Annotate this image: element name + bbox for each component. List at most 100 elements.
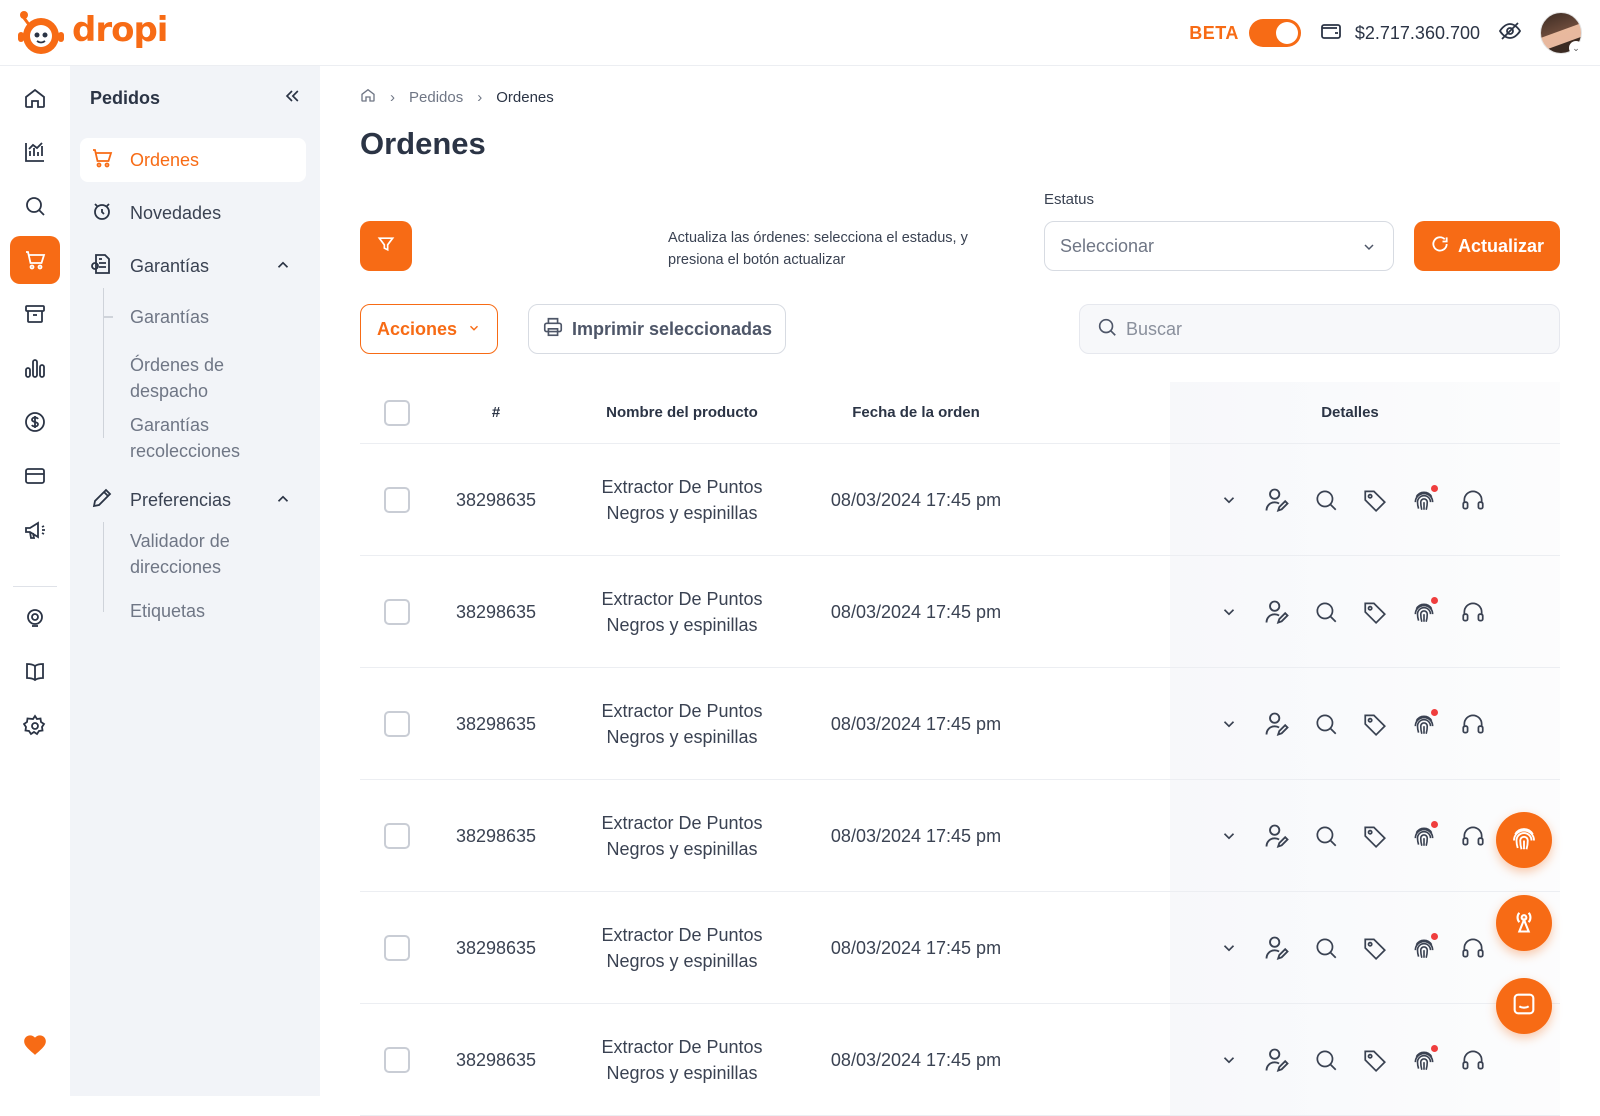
tag-icon[interactable] bbox=[1360, 597, 1390, 627]
select-all-checkbox[interactable] bbox=[384, 400, 410, 426]
cart-icon[interactable] bbox=[10, 236, 60, 284]
fingerprint-icon[interactable] bbox=[1409, 485, 1439, 515]
user-edit-icon[interactable] bbox=[1262, 933, 1292, 963]
chat-fab[interactable] bbox=[1496, 978, 1552, 1034]
collapse-sidebar-icon[interactable] bbox=[282, 86, 302, 111]
row-checkbox[interactable] bbox=[384, 1047, 410, 1073]
breadcrumb-pedidos[interactable]: Pedidos bbox=[409, 89, 463, 106]
gear-icon[interactable] bbox=[10, 702, 60, 750]
status-select[interactable]: Seleccionar bbox=[1044, 221, 1394, 271]
home-icon[interactable] bbox=[360, 87, 376, 107]
card-icon[interactable] bbox=[10, 452, 60, 500]
row-checkbox[interactable] bbox=[384, 935, 410, 961]
expand-row-chevron-down-icon[interactable] bbox=[1214, 1045, 1244, 1075]
sidebar-subitem-etiquetas[interactable]: Etiquetas bbox=[130, 598, 205, 624]
column-header-product: Nombre del producto bbox=[606, 404, 758, 421]
notification-dot bbox=[1431, 597, 1438, 604]
order-id[interactable]: 38298635 bbox=[446, 711, 546, 737]
row-checkbox[interactable] bbox=[384, 711, 410, 737]
order-date: 08/03/2024 17:45 pm bbox=[830, 602, 1002, 622]
broadcast-fab[interactable] bbox=[1496, 895, 1552, 951]
eye-off-icon[interactable] bbox=[1498, 19, 1522, 48]
product-name-line: Negros y espinillas bbox=[606, 839, 758, 859]
user-avatar[interactable]: ⌄ bbox=[1540, 12, 1583, 55]
actions-dropdown[interactable]: Acciones bbox=[360, 304, 498, 354]
user-edit-icon[interactable] bbox=[1262, 709, 1292, 739]
fingerprint-icon[interactable] bbox=[1409, 709, 1439, 739]
magnifier-icon[interactable] bbox=[1311, 1045, 1341, 1075]
book-icon[interactable] bbox=[10, 648, 60, 696]
fingerprint-icon[interactable] bbox=[1409, 597, 1439, 627]
beta-toggle[interactable] bbox=[1248, 19, 1301, 47]
expand-row-chevron-down-icon[interactable] bbox=[1214, 933, 1244, 963]
expand-row-chevron-down-icon[interactable] bbox=[1214, 485, 1244, 515]
chevron-down-icon bbox=[467, 319, 481, 340]
magnifier-icon[interactable] bbox=[1311, 933, 1341, 963]
order-id[interactable]: 38298635 bbox=[446, 935, 546, 961]
search-placeholder: Buscar bbox=[1126, 318, 1183, 339]
order-id[interactable]: 38298635 bbox=[446, 599, 546, 625]
chart-icon[interactable] bbox=[10, 128, 60, 176]
chevron-up-icon[interactable] bbox=[274, 256, 292, 279]
print-selected-button[interactable]: Imprimir seleccionadas bbox=[528, 304, 786, 354]
sidebar-item-preferencias[interactable]: Preferencias bbox=[80, 478, 306, 522]
fingerprint-icon[interactable] bbox=[1409, 933, 1439, 963]
table-row: 38298635 Extractor De Puntos Negros y es… bbox=[360, 780, 1560, 892]
order-id[interactable]: 38298635 bbox=[446, 1047, 546, 1073]
update-button[interactable]: Actualizar bbox=[1414, 221, 1560, 271]
tag-icon[interactable] bbox=[1360, 821, 1390, 851]
bars-icon[interactable] bbox=[10, 344, 60, 392]
magnifier-icon[interactable] bbox=[1311, 709, 1341, 739]
row-checkbox[interactable] bbox=[384, 487, 410, 513]
brand-name: dropi bbox=[72, 10, 168, 50]
headset-icon[interactable] bbox=[1458, 1045, 1488, 1075]
magnifier-icon[interactable] bbox=[1311, 821, 1341, 851]
row-checkbox[interactable] bbox=[384, 823, 410, 849]
expand-row-chevron-down-icon[interactable] bbox=[1214, 709, 1244, 739]
support-icon[interactable] bbox=[10, 594, 60, 642]
sidebar-item-ordenes[interactable]: Ordenes bbox=[80, 138, 306, 182]
dollar-icon[interactable] bbox=[10, 398, 60, 446]
document-icon bbox=[90, 252, 114, 281]
sidebar-subitem-ordenes-despacho[interactable]: Órdenes de despacho bbox=[130, 352, 250, 404]
order-id[interactable]: 38298635 bbox=[446, 487, 546, 513]
search-icon[interactable] bbox=[10, 182, 60, 230]
tag-icon[interactable] bbox=[1360, 485, 1390, 515]
user-edit-icon[interactable] bbox=[1262, 597, 1292, 627]
headset-icon[interactable] bbox=[1458, 597, 1488, 627]
fingerprint-icon[interactable] bbox=[1409, 1045, 1439, 1075]
tag-icon[interactable] bbox=[1360, 1045, 1390, 1075]
headset-icon[interactable] bbox=[1458, 709, 1488, 739]
sidebar-item-garantias[interactable]: Garantías bbox=[80, 244, 306, 288]
filter-button[interactable] bbox=[360, 221, 412, 271]
user-edit-icon[interactable] bbox=[1262, 821, 1292, 851]
order-id[interactable]: 38298635 bbox=[446, 823, 546, 849]
archive-icon[interactable] bbox=[10, 290, 60, 338]
sidebar-subitem-validador[interactable]: Validador de direcciones bbox=[130, 528, 260, 580]
heart-icon[interactable] bbox=[22, 1032, 48, 1061]
row-checkbox[interactable] bbox=[384, 599, 410, 625]
headset-icon[interactable] bbox=[1458, 485, 1488, 515]
dropi-logo[interactable]: dropi bbox=[14, 8, 168, 58]
fingerprint-icon[interactable] bbox=[1409, 821, 1439, 851]
tag-icon[interactable] bbox=[1360, 933, 1390, 963]
sidebar-subitem-garantias[interactable]: Garantías bbox=[130, 304, 209, 330]
megaphone-icon[interactable] bbox=[10, 506, 60, 554]
product-name-line: Negros y espinillas bbox=[606, 615, 758, 635]
user-edit-icon[interactable] bbox=[1262, 1045, 1292, 1075]
home-icon[interactable] bbox=[10, 74, 60, 122]
sidebar-subitem-garantias-recolecciones[interactable]: Garantías recolecciones bbox=[130, 412, 270, 464]
search-input[interactable]: Buscar bbox=[1079, 304, 1560, 354]
expand-row-chevron-down-icon[interactable] bbox=[1214, 821, 1244, 851]
fingerprint-fab[interactable] bbox=[1496, 812, 1552, 868]
headset-icon[interactable] bbox=[1458, 821, 1488, 851]
magnifier-icon[interactable] bbox=[1311, 597, 1341, 627]
expand-row-chevron-down-icon[interactable] bbox=[1214, 597, 1244, 627]
dropi-mascot-icon bbox=[14, 8, 66, 58]
tag-icon[interactable] bbox=[1360, 709, 1390, 739]
sidebar-item-novedades[interactable]: Novedades bbox=[80, 191, 306, 235]
chevron-up-icon[interactable] bbox=[274, 490, 292, 513]
magnifier-icon[interactable] bbox=[1311, 485, 1341, 515]
headset-icon[interactable] bbox=[1458, 933, 1488, 963]
user-edit-icon[interactable] bbox=[1262, 485, 1292, 515]
